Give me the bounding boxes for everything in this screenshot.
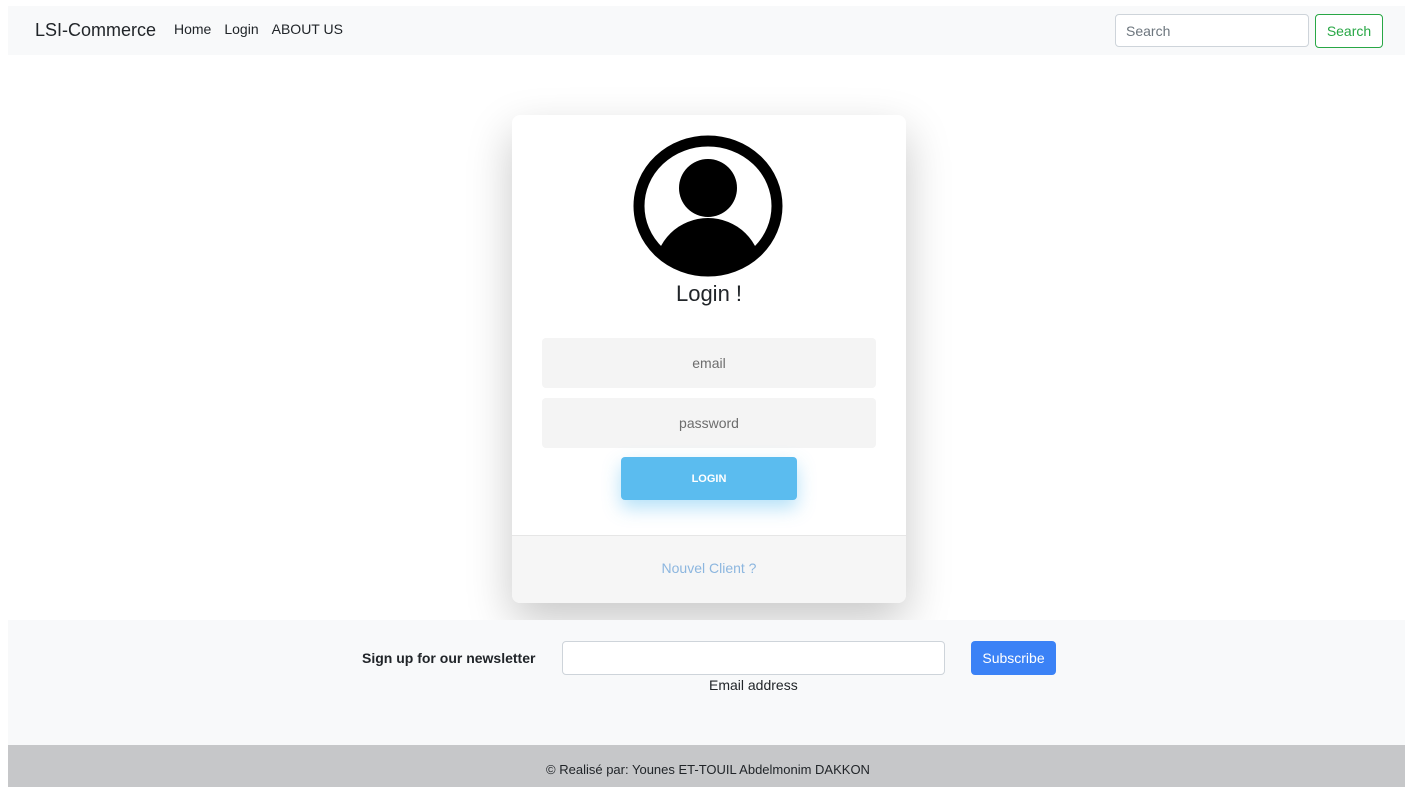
- nav-link-login[interactable]: Login: [224, 21, 258, 37]
- user-circle-icon: [633, 135, 783, 277]
- email-field[interactable]: [542, 338, 876, 388]
- password-field[interactable]: [542, 398, 876, 448]
- login-card: Login ! LOGIN Nouvel Client ?: [512, 115, 906, 603]
- search-button[interactable]: Search: [1315, 14, 1383, 48]
- login-button[interactable]: LOGIN: [621, 457, 797, 500]
- nav-link-about-us[interactable]: ABOUT US: [272, 21, 343, 37]
- new-client-link[interactable]: Nouvel Client ?: [512, 560, 906, 576]
- brand-link[interactable]: LSI-Commerce: [35, 20, 156, 41]
- login-title: Login !: [675, 281, 743, 306]
- newsletter-email-input[interactable]: [562, 641, 945, 675]
- page: LSI-Commerce Home Login ABOUT US Search …: [0, 0, 1413, 787]
- login-card-footer: Nouvel Client ?: [512, 535, 906, 603]
- subscribe-button[interactable]: Subscribe: [971, 641, 1056, 675]
- nav-link-home[interactable]: Home: [174, 21, 211, 37]
- newsletter-section: Sign up for our newsletter Email address…: [8, 620, 1405, 745]
- search-input[interactable]: [1115, 14, 1309, 47]
- navbar: LSI-Commerce Home Login ABOUT US Search: [8, 6, 1405, 55]
- copyright-text: © Realisé par: Younes ET-TOUIL Abdelmoni…: [546, 762, 870, 777]
- newsletter-email-help: Email address: [709, 677, 798, 693]
- nav-links: Home Login ABOUT US: [174, 21, 343, 37]
- footer: © Realisé par: Younes ET-TOUIL Abdelmoni…: [8, 745, 1405, 787]
- newsletter-label: Sign up for our newsletter: [362, 650, 536, 666]
